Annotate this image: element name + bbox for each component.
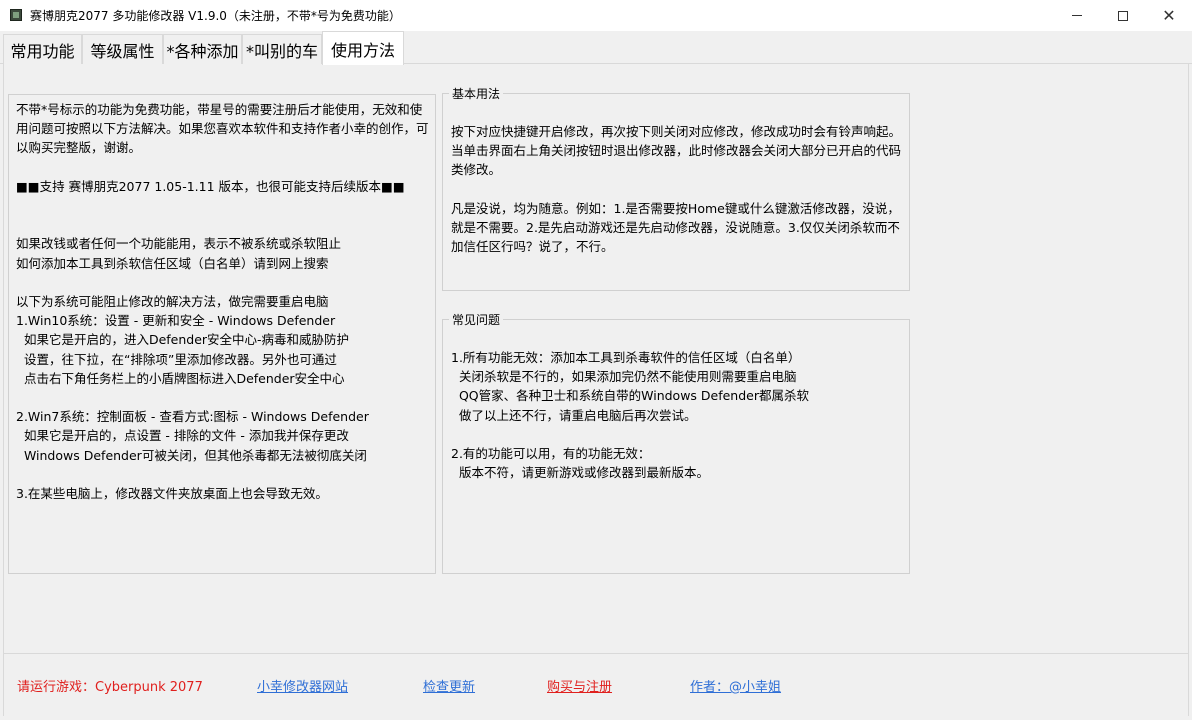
instructions-panel: 不带*号标示的功能为免费功能，带星号的需要注册后才能使用，无效和使用问题可按照以… — [8, 94, 436, 574]
author-link[interactable]: 作者：@小幸姐 — [690, 676, 781, 695]
minimize-button[interactable] — [1054, 0, 1100, 31]
minimize-icon — [1072, 15, 1082, 16]
faq-text: 1.所有功能无效：添加本工具到杀毒软件的信任区域（白名单） 关闭杀软是不行的，如… — [451, 350, 809, 481]
tab-content-usage: 不带*号标示的功能为免费功能，带星号的需要注册后才能使用，无效和使用问题可按照以… — [3, 64, 1189, 716]
check-update-link[interactable]: 检查更新 — [423, 676, 475, 695]
tab-call-vehicles[interactable]: *叫别的车 — [242, 34, 322, 64]
footer-divider — [3, 653, 1189, 654]
basic-usage-group: 基本用法 按下对应快捷键开启修改，再次按下则关闭对应修改，修改成功时会有铃声响起… — [442, 85, 910, 291]
trainer-website-link[interactable]: 小幸修改器网站 — [257, 676, 348, 695]
buy-register-link[interactable]: 购买与注册 — [547, 676, 612, 695]
instructions-text: 不带*号标示的功能为免费功能，带星号的需要注册后才能使用，无效和使用问题可按照以… — [16, 102, 429, 502]
tab-level-attributes[interactable]: 等级属性 — [82, 34, 163, 64]
close-button[interactable]: ✕ — [1146, 0, 1192, 31]
tab-usage-instructions[interactable]: 使用方法 — [322, 31, 404, 65]
maximize-icon — [1118, 10, 1128, 21]
app-icon — [10, 9, 22, 21]
maximize-button[interactable] — [1100, 0, 1146, 31]
game-status-label: 请运行游戏：Cyberpunk 2077 — [17, 680, 203, 695]
faq-group: 常见问题 1.所有功能无效：添加本工具到杀毒软件的信任区域（白名单） 关闭杀软是… — [442, 311, 910, 574]
close-icon: ✕ — [1162, 5, 1176, 25]
window-title: 赛博朋克2077 多功能修改器 V1.9.0（未注册，不带*号为免费功能） — [30, 9, 401, 23]
tab-various-add[interactable]: *各种添加 — [163, 34, 242, 64]
title-bar: 赛博朋克2077 多功能修改器 V1.9.0（未注册，不带*号为免费功能） ✕ — [0, 0, 1192, 31]
basic-usage-title: 基本用法 — [449, 85, 504, 102]
faq-title: 常见问题 — [449, 311, 504, 328]
tab-bar: 常用功能 等级属性 *各种添加 *叫别的车 使用方法 — [0, 31, 1192, 65]
basic-usage-text: 按下对应快捷键开启修改，再次按下则关闭对应修改，修改成功时会有铃声响起。当单击界… — [451, 124, 902, 255]
tab-common-functions[interactable]: 常用功能 — [3, 34, 82, 64]
